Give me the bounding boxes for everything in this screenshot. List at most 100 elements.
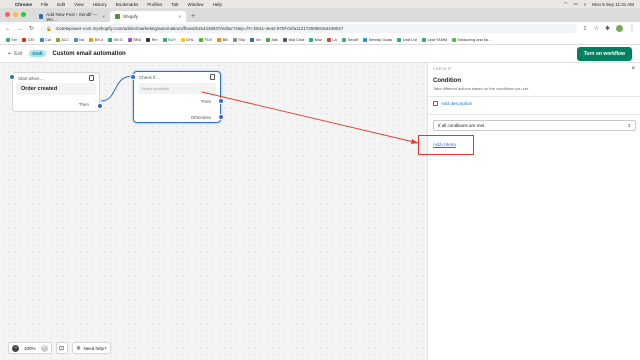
bookmark-item[interactable]: KUY xyxy=(162,37,176,42)
trigger-title: Order created xyxy=(16,83,96,95)
menubar-item-view[interactable]: View xyxy=(74,2,84,7)
menubar-item-history[interactable]: History xyxy=(93,2,107,7)
wifi-icon[interactable]: ◠ xyxy=(564,1,568,7)
bookmark-icon xyxy=(452,37,457,42)
menubar-datetime[interactable]: Mon 5 Sep 11:31 AM xyxy=(592,2,634,7)
browser-tab-strip: Add New Post ‹ Sendlf — Wo… × Shopify × … xyxy=(0,8,640,22)
page-title[interactable]: Custom email automation xyxy=(52,51,125,57)
extensions-icon[interactable]: ✱ xyxy=(605,25,610,32)
close-tab-icon[interactable]: × xyxy=(178,14,181,19)
window-controls xyxy=(5,12,26,17)
condition-node[interactable]: Check if… Select condition Then Otherwis… xyxy=(130,71,224,123)
tab-label: Add New Post ‹ Sendlf — Wo… xyxy=(46,11,98,22)
kebab-menu-icon[interactable]: ⋮ xyxy=(629,25,635,32)
menubar-item-edit[interactable]: Edit xyxy=(57,2,65,7)
condition-then-port[interactable] xyxy=(218,98,224,104)
condition-input-port[interactable] xyxy=(130,74,136,80)
menubar-item-bookmarks[interactable]: Bookmarks xyxy=(116,2,139,7)
workflow-header: ⇤ Exit Draft Custom email automation Tur… xyxy=(0,45,640,63)
macos-menubar: Chrome File Edit View History Bookmarks … xyxy=(0,0,640,8)
menubar-app-name[interactable]: Chrome xyxy=(15,2,32,7)
bookmark-item[interactable]: Ink xyxy=(73,37,84,42)
trigger-node[interactable]: Start when… Order created Then xyxy=(9,72,103,112)
battery-icon[interactable]: ▭ xyxy=(574,1,578,7)
bookmark-item[interactable]: Ads xyxy=(265,37,278,42)
trash-icon[interactable] xyxy=(210,74,215,80)
bookmark-item[interactable]: Rm xyxy=(146,37,158,42)
turn-on-workflow-button[interactable]: Turn on workflow xyxy=(576,46,632,61)
new-tab-icon[interactable]: + xyxy=(186,13,200,22)
bookmark-icon xyxy=(283,37,288,42)
trigger-output-port[interactable] xyxy=(97,103,103,109)
workflow-canvas[interactable]: Start when… Order created Then Check if…… xyxy=(0,63,426,360)
address-bar[interactable]: 🔒 roctelepower-com.myshopify.com/admin/m… xyxy=(40,24,577,33)
bookmark-item[interactable]: SN G xyxy=(108,37,123,42)
menubar-item-profiles[interactable]: Profiles xyxy=(147,2,162,7)
reload-icon[interactable]: ↻ xyxy=(29,25,34,32)
select-condition-field[interactable]: Select condition xyxy=(138,83,216,94)
trigger-to-condition-connector xyxy=(100,75,134,102)
need-help-button[interactable]: ◍ Need help? xyxy=(71,342,112,354)
tab-add-new-post[interactable]: Add New Post ‹ Sendlf — Wo… × xyxy=(34,11,110,22)
menubar-status-area: ◠ ▭ ⌕ Mon 5 Sep 11:31 AM xyxy=(564,1,634,7)
zoom-out-button[interactable]: − xyxy=(12,344,19,352)
bookmark-item[interactable]: Moz xyxy=(309,37,322,42)
exit-button[interactable]: ⇤ Exit xyxy=(8,51,23,57)
menubar-item-file[interactable]: File xyxy=(41,2,48,7)
condition-match-select[interactable]: If all conditions are met ⇕ xyxy=(433,120,636,131)
help-icon: ◍ xyxy=(76,345,81,350)
bookmark-icon xyxy=(22,37,27,42)
back-arrow-icon[interactable]: ← xyxy=(5,26,11,32)
bookmark-item[interactable]: DHL xyxy=(180,37,194,42)
bookmark-item[interactable]: Em xyxy=(6,37,17,42)
share-icon[interactable]: ⇪ xyxy=(583,25,588,32)
panel-description: Take different actions based on the cond… xyxy=(433,86,530,91)
bookmark-item[interactable]: BX.4 xyxy=(89,37,103,42)
bookmark-icon xyxy=(422,37,427,42)
menubar-item-tab[interactable]: Tab xyxy=(171,2,178,7)
bookmark-item[interactable]: Wat Chat xyxy=(283,37,304,42)
menubar-item-help[interactable]: Help xyxy=(213,2,222,7)
bookmark-item[interactable]: Leaf List xyxy=(397,37,417,42)
close-icon[interactable]: × xyxy=(631,66,635,72)
url-text: roctelepower-com.myshopify.com/admin/mar… xyxy=(55,26,344,31)
trigger-node-header: Start when… xyxy=(13,73,99,83)
bookmark-item[interactable]: Inv xyxy=(250,37,261,42)
exit-label: Exit xyxy=(14,50,23,57)
bookmark-item[interactable]: SKp xyxy=(232,37,245,42)
zoom-in-button[interactable]: + xyxy=(40,344,48,352)
trigger-label: Start when… xyxy=(18,75,45,81)
bookmark-icon xyxy=(217,37,222,42)
trash-icon[interactable] xyxy=(89,75,94,81)
bookmark-item[interactable]: BB xyxy=(217,37,228,42)
bookmark-item[interactable]: LA xyxy=(326,37,337,42)
bookmark-item[interactable]: BRA xyxy=(127,37,141,42)
exit-icon: ⇤ xyxy=(8,50,13,57)
bookmark-item[interactable]: Leaf YAMM xyxy=(422,37,447,42)
bookmark-item[interactable]: FDX xyxy=(199,37,212,42)
close-tab-icon[interactable]: × xyxy=(102,14,105,19)
condition-otherwise-port[interactable] xyxy=(218,114,224,120)
star-icon[interactable]: ☆ xyxy=(594,25,599,32)
minimize-window-icon[interactable] xyxy=(13,12,18,17)
bookmark-item[interactable]: Weekly Goals xyxy=(363,37,392,42)
add-description-button[interactable]: Add description xyxy=(433,101,472,106)
forward-arrow-icon[interactable]: → xyxy=(17,26,23,32)
bookmark-item[interactable]: ALC xyxy=(55,37,69,42)
bookmark-icon xyxy=(127,37,132,42)
profile-avatar[interactable] xyxy=(616,25,623,32)
bookmark-item[interactable]: C87 xyxy=(22,37,35,42)
bookmark-icon xyxy=(199,37,204,42)
menubar-item-window[interactable]: Window xyxy=(188,2,204,7)
bookmark-icon xyxy=(232,37,237,42)
bookmarks-bar: Em C87 Cal ALC Ink BX.4 SN G BRA Rm KUY … xyxy=(0,35,640,45)
close-window-icon[interactable] xyxy=(5,12,10,17)
bookmark-item[interactable]: Measuring and ba… xyxy=(452,37,492,42)
search-icon[interactable]: ⌕ xyxy=(584,2,587,7)
bookmark-item[interactable]: Cal xyxy=(39,37,51,42)
tab-shopify[interactable]: Shopify × xyxy=(110,11,186,22)
maximize-window-icon[interactable] xyxy=(21,12,26,17)
bookmark-item[interactable]: Sendlf xyxy=(342,37,358,42)
panel-divider xyxy=(428,114,640,115)
fit-to-screen-icon[interactable]: ⊡ xyxy=(55,342,68,354)
